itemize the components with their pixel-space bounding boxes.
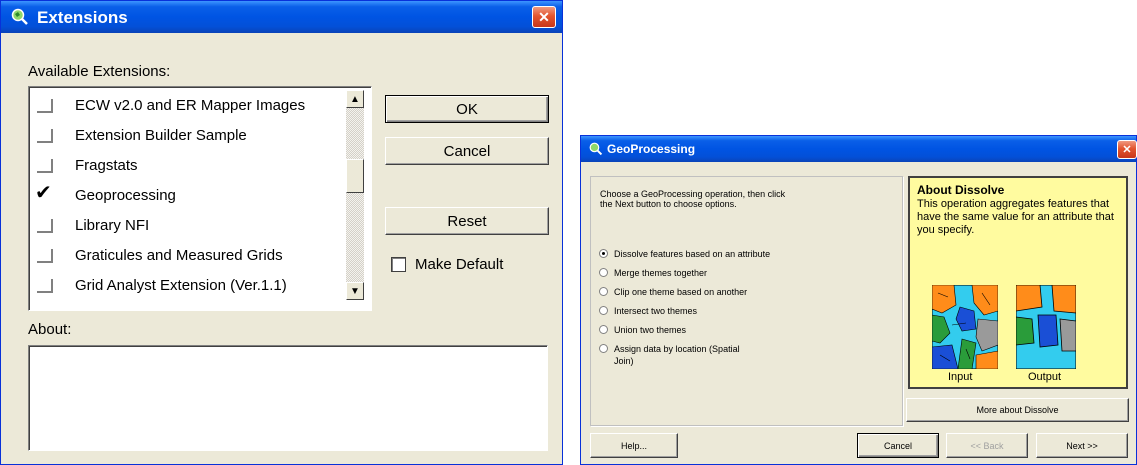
more-about-dissolve-label: More about Dissolve: [976, 405, 1059, 415]
more-about-dissolve-button[interactable]: More about Dissolve: [906, 398, 1129, 422]
extension-name: Grid Analyst Extension (Ver.1.1): [75, 276, 287, 294]
operation-option-label: Union two themes: [614, 325, 687, 335]
ok-button-label: OK: [456, 100, 478, 118]
back-button: << Back: [946, 433, 1028, 458]
cancel-button-label: Cancel: [443, 142, 491, 160]
checkmark-icon: ✔: [35, 182, 52, 204]
close-icon: ✕: [1122, 144, 1132, 156]
about-dissolve-title: About Dissolve: [917, 183, 1005, 197]
operation-option[interactable]: Intersect two themes: [599, 305, 799, 317]
make-default-checkbox[interactable]: [391, 257, 406, 272]
extension-checkbox[interactable]: [35, 215, 55, 235]
cancel-button[interactable]: Cancel: [385, 137, 549, 165]
operation-option-label: Clip one theme based on another: [614, 287, 748, 297]
magnifier-globe-icon: [11, 8, 29, 26]
extension-checkbox[interactable]: [35, 155, 55, 175]
extension-item[interactable]: Extension Builder Sample: [35, 120, 340, 150]
radio-button[interactable]: [599, 268, 608, 277]
extension-checkbox[interactable]: [35, 95, 55, 115]
ok-button[interactable]: OK: [385, 95, 549, 123]
extension-checkbox[interactable]: [35, 125, 55, 145]
geoprocessing-title: GeoProcessing: [607, 142, 696, 156]
extension-item[interactable]: ✔ Geoprocessing: [35, 180, 340, 210]
back-button-label: << Back: [970, 440, 1004, 451]
extensions-close-button[interactable]: ✕: [532, 6, 556, 28]
radio-button[interactable]: [599, 344, 608, 353]
extension-name: Graticules and Measured Grids: [75, 246, 283, 264]
extension-name: Geoprocessing: [75, 186, 176, 204]
scrollbar-track[interactable]: [346, 108, 364, 284]
scroll-up-icon: ▲: [350, 93, 360, 105]
radio-button[interactable]: [599, 325, 608, 334]
operation-option[interactable]: Clip one theme based on another: [599, 286, 799, 298]
scrollbar-thumb[interactable]: [346, 159, 364, 193]
extensions-titlebar[interactable]: Extensions ✕: [1, 1, 562, 33]
about-label: About:: [28, 321, 72, 338]
operation-option-label: Dissolve features based on an attribute: [614, 249, 771, 259]
operation-option[interactable]: Merge themes together: [599, 267, 799, 279]
extension-item[interactable]: Graticules and Measured Grids: [35, 240, 340, 270]
operation-option-label: Merge themes together: [614, 268, 708, 278]
extensions-list[interactable]: ECW v2.0 and ER Mapper Images Extension B…: [28, 86, 372, 311]
radio-button[interactable]: [599, 287, 608, 296]
geoprocessing-cancel-button[interactable]: Cancel: [857, 433, 939, 458]
make-default-label[interactable]: Make Default: [415, 256, 503, 273]
geoprocessing-window: GeoProcessing ✕ Choose a GeoProcessing o…: [580, 135, 1137, 465]
output-map-image: [1016, 285, 1076, 369]
scroll-down-button[interactable]: ▼: [346, 282, 364, 300]
input-label: Input: [948, 371, 973, 383]
operation-option[interactable]: Dissolve features based on an attribute: [599, 248, 799, 260]
extension-item[interactable]: Grid Analyst Extension (Ver.1.1): [35, 270, 340, 300]
about-dissolve-text: This operation aggregates features that …: [917, 198, 1114, 236]
extension-name: Fragstats: [75, 156, 138, 174]
extensions-window: Extensions ✕ Available Extensions: ECW v…: [0, 0, 563, 465]
extension-name: Extension Builder Sample: [75, 126, 247, 144]
operation-groupbox: [590, 176, 903, 426]
extensions-title: Extensions: [37, 8, 128, 27]
about-textbox[interactable]: [28, 345, 548, 451]
operation-option-label: Intersect two themes: [614, 306, 698, 316]
operation-option-label: Assign data by location (Spatial Join): [614, 344, 740, 366]
input-map-image: [932, 285, 998, 369]
radio-button[interactable]: [599, 306, 608, 315]
geoprocessing-close-button[interactable]: ✕: [1117, 140, 1137, 159]
extension-item[interactable]: Fragstats: [35, 150, 340, 180]
output-label: Output: [1028, 371, 1062, 383]
extension-checkbox[interactable]: ✔: [35, 182, 55, 205]
radio-button[interactable]: [599, 249, 608, 258]
extension-name: Library NFI: [75, 216, 150, 234]
instructions-text: Choose a GeoProcessing operation, then c…: [600, 189, 786, 209]
scroll-up-button[interactable]: ▲: [346, 90, 364, 108]
help-button-label: Help...: [620, 440, 647, 451]
geoprocessing-cancel-label: Cancel: [883, 440, 912, 451]
help-button[interactable]: Help...: [590, 433, 678, 458]
available-extensions-label: Available Extensions:: [28, 63, 171, 80]
extension-checkbox[interactable]: [35, 275, 55, 295]
geoprocessing-titlebar[interactable]: GeoProcessing ✕: [581, 136, 1137, 162]
extension-checkbox[interactable]: [35, 245, 55, 265]
reset-button[interactable]: Reset: [385, 207, 549, 235]
operation-option[interactable]: Assign data by location (Spatial Join): [599, 343, 799, 367]
operation-option[interactable]: Union two themes: [599, 324, 799, 336]
extension-item[interactable]: ECW v2.0 and ER Mapper Images: [35, 90, 340, 120]
next-button[interactable]: Next >>: [1036, 433, 1128, 458]
about-dissolve-panel: About Dissolve This operation aggregates…: [908, 176, 1128, 389]
extension-name: ECW v2.0 and ER Mapper Images: [75, 96, 306, 114]
reset-button-label: Reset: [447, 212, 487, 230]
close-icon: ✕: [538, 8, 550, 25]
extension-item[interactable]: Library NFI: [35, 210, 340, 240]
scroll-down-icon: ▼: [350, 285, 360, 297]
magnifier-globe-icon: [589, 142, 603, 156]
next-button-label: Next >>: [1066, 440, 1098, 451]
